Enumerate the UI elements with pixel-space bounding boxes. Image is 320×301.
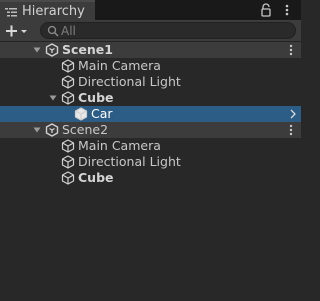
expand-arrow-icon[interactable] (33, 126, 41, 134)
unity-scene-icon (45, 123, 59, 137)
tree-item-label: Cube (78, 170, 114, 185)
gameobject-cube-icon (61, 155, 75, 169)
scene-row[interactable]: Scene1 (0, 42, 301, 58)
gameobject-cube-icon (61, 75, 75, 89)
tree-row[interactable]: Cube (0, 90, 301, 106)
search-icon (47, 25, 59, 37)
tree-item-label: Cube (78, 90, 114, 105)
tree-row[interactable]: Car (0, 106, 301, 122)
tree-item-label: Main Camera (78, 138, 161, 153)
tree-item-label: Directional Light (78, 154, 181, 169)
tab-hierarchy[interactable]: Hierarchy (0, 0, 95, 20)
expand-arrow-icon[interactable] (33, 46, 41, 54)
search-field[interactable] (40, 22, 296, 39)
chevron-right-icon[interactable] (289, 109, 297, 119)
toolbar (0, 20, 301, 42)
hierarchy-list-icon (5, 8, 17, 17)
tree-row[interactable]: Directional Light (0, 154, 301, 170)
tab-bar: Hierarchy (0, 0, 301, 20)
tab-title: Hierarchy (22, 4, 85, 19)
tree-item-label: Car (91, 106, 113, 121)
hierarchy-panel: Hierarchy Scene1Main CameraDirectional L… (0, 0, 301, 301)
gameobject-cube-icon (61, 139, 75, 153)
gameobject-cube-icon (74, 107, 88, 121)
unity-scene-icon (45, 43, 59, 57)
tree-row[interactable]: Directional Light (0, 74, 301, 90)
tree-row[interactable]: Cube (0, 170, 301, 186)
tree-item-label: Directional Light (78, 74, 181, 89)
kebab-menu-icon[interactable] (280, 2, 294, 18)
scene-row[interactable]: Scene2 (0, 122, 301, 138)
caret-down-icon (21, 30, 27, 33)
tree-row[interactable]: Main Camera (0, 58, 301, 74)
gameobject-cube-icon (61, 91, 75, 105)
lock-icon[interactable] (259, 3, 273, 17)
gameobject-cube-icon (61, 171, 75, 185)
tree-item-label: Main Camera (78, 58, 161, 73)
tree-row[interactable]: Main Camera (0, 138, 301, 154)
search-input[interactable] (61, 23, 281, 38)
expand-arrow-icon[interactable] (49, 94, 57, 102)
scene-menu-icon[interactable] (286, 43, 296, 57)
gameobject-cube-icon (61, 59, 75, 73)
scene-menu-icon[interactable] (286, 123, 296, 137)
add-object-button[interactable] (3, 22, 33, 40)
tree-item-label: Scene2 (62, 122, 109, 137)
tree-item-label: Scene1 (62, 42, 113, 57)
